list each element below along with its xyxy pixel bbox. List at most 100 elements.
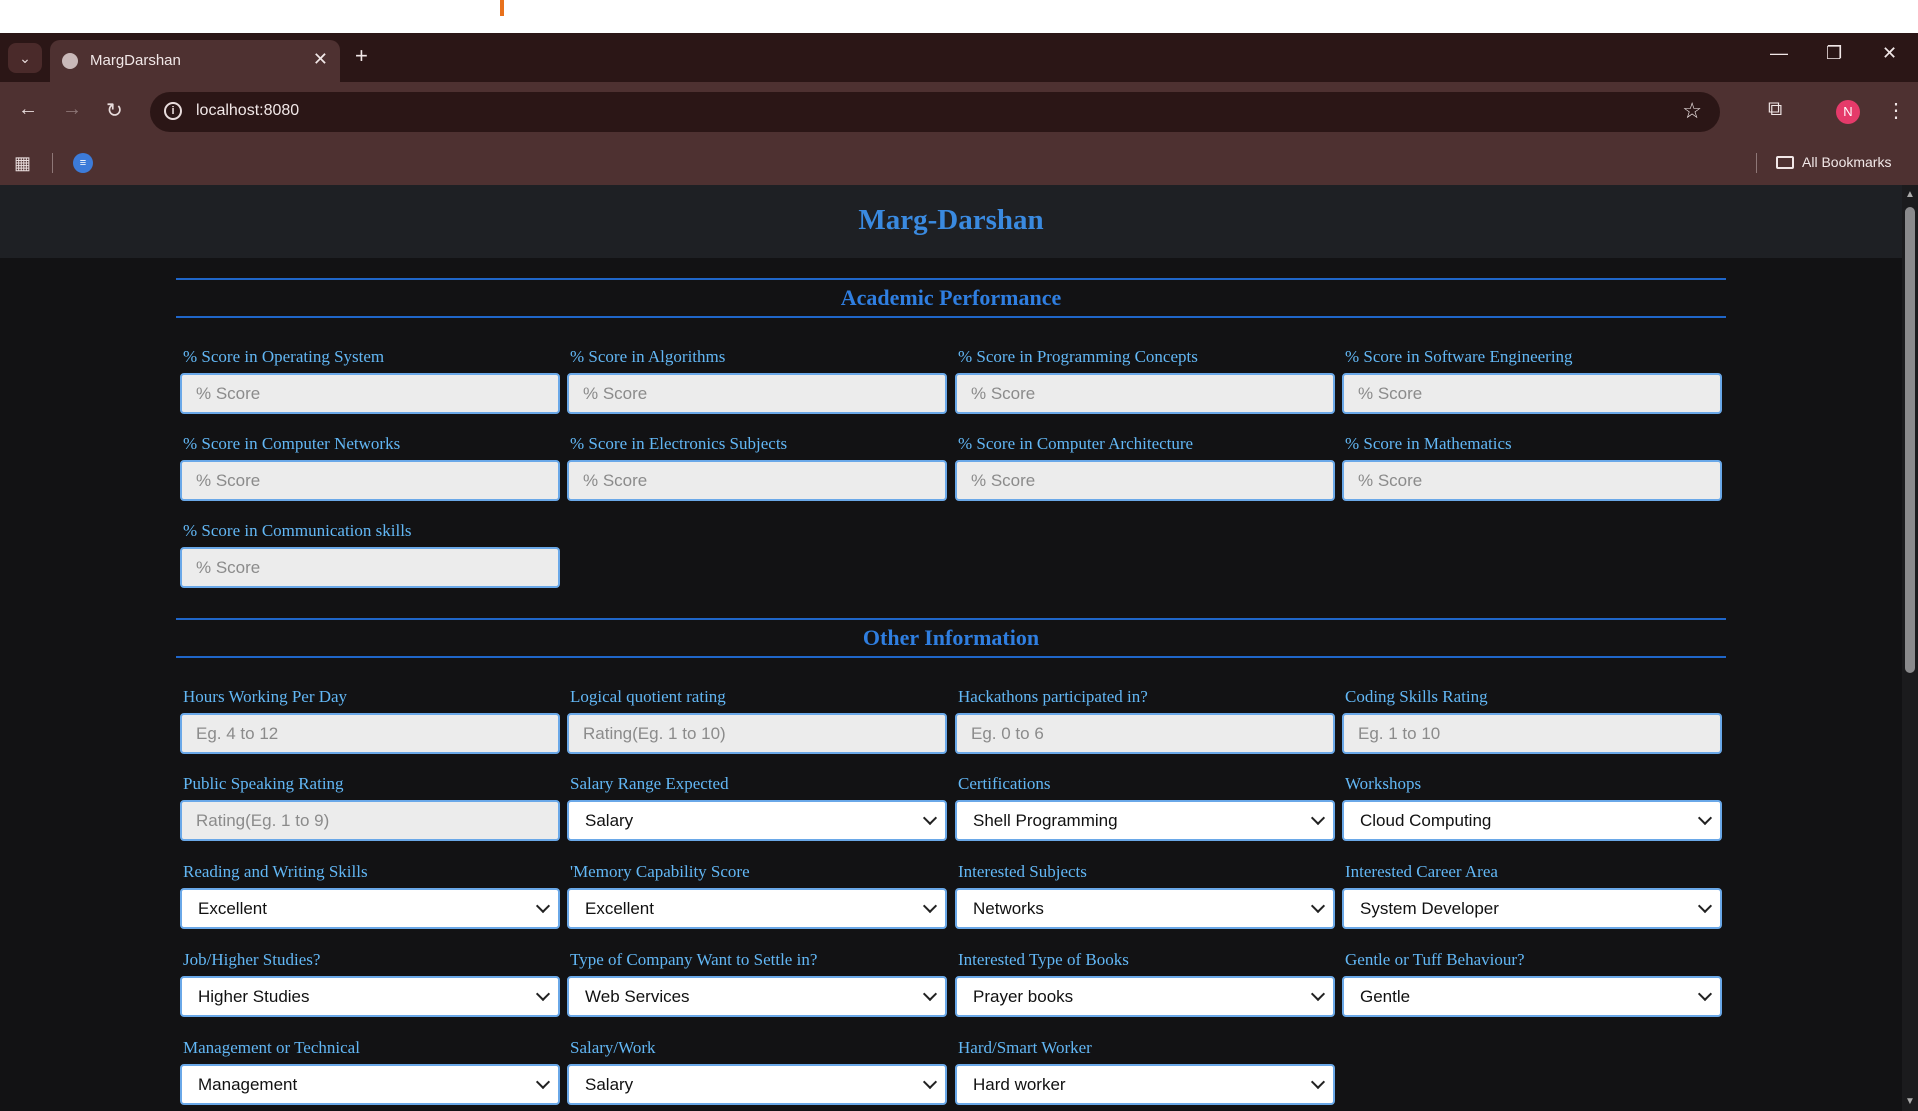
chevron-down-icon bbox=[922, 810, 938, 826]
url-text[interactable]: localhost:8080 bbox=[196, 102, 299, 120]
select-value: Prayer books bbox=[973, 987, 1074, 1006]
field-label: % Score in Communication skills bbox=[183, 521, 412, 540]
career-area-select[interactable]: System Developer bbox=[1342, 888, 1722, 929]
select-value: Networks bbox=[973, 899, 1044, 918]
field-label: Interested Career Area bbox=[1345, 862, 1498, 881]
folder-icon bbox=[1776, 156, 1794, 169]
select-value: Salary bbox=[585, 811, 634, 830]
all-bookmarks-button[interactable]: All Bookmarks bbox=[1776, 154, 1891, 170]
score-input-electronics-subjects[interactable]: % Score bbox=[567, 460, 947, 501]
hackathons-input[interactable]: Eg. 0 to 6 bbox=[955, 713, 1335, 754]
field-label: Workshops bbox=[1345, 774, 1422, 793]
salary-range-select[interactable]: Salary bbox=[567, 800, 947, 841]
page-scrollbar[interactable]: ▲ ▼ bbox=[1902, 185, 1918, 1111]
coding-skills-input[interactable]: Eg. 1 to 10 bbox=[1342, 713, 1722, 754]
tab-search-icon[interactable]: ⌄ bbox=[8, 43, 42, 73]
field-label: Management or Technical bbox=[183, 1038, 360, 1057]
new-tab-icon[interactable]: + bbox=[355, 43, 368, 69]
score-input-mathematics[interactable]: % Score bbox=[1342, 460, 1722, 501]
field-label: Certifications bbox=[958, 774, 1051, 793]
select-value: Management bbox=[198, 1075, 298, 1094]
score-input-operating-system[interactable]: % Score bbox=[180, 373, 560, 414]
books-type-select[interactable]: Prayer books bbox=[955, 976, 1335, 1017]
scroll-up-icon[interactable]: ▲ bbox=[1905, 189, 1915, 200]
forward-icon[interactable]: → bbox=[62, 98, 82, 121]
window-close-icon[interactable]: ✕ bbox=[1882, 43, 1897, 64]
interested-subjects-select[interactable]: Networks bbox=[955, 888, 1335, 929]
workshops-select[interactable]: Cloud Computing bbox=[1342, 800, 1722, 841]
tab-close-icon[interactable]: ✕ bbox=[313, 49, 328, 70]
field-label: Coding Skills Rating bbox=[1345, 687, 1488, 706]
chevron-down-icon bbox=[922, 986, 938, 1002]
hard-smart-worker-select[interactable]: Hard worker bbox=[955, 1064, 1335, 1105]
field-label: % Score in Computer Architecture bbox=[958, 434, 1194, 453]
score-input-computer-networks[interactable]: % Score bbox=[180, 460, 560, 501]
score-input-algorithms[interactable]: % Score bbox=[567, 373, 947, 414]
job-higher-studies-select[interactable]: Higher Studies bbox=[180, 976, 560, 1017]
browser-toolbar: ← → ↻ i localhost:8080 ☆ ⧉ N ⋮ bbox=[0, 82, 1918, 141]
field-label: Reading and Writing Skills bbox=[183, 862, 368, 881]
score-input-computer-architecture[interactable]: % Score bbox=[955, 460, 1335, 501]
certifications-select[interactable]: Shell Programming bbox=[955, 800, 1335, 841]
orange-mark bbox=[500, 0, 504, 16]
field-label: % Score in Electronics Subjects bbox=[570, 434, 788, 453]
score-input-software-engineering[interactable]: % Score bbox=[1342, 373, 1722, 414]
minimize-icon[interactable]: — bbox=[1770, 43, 1788, 64]
apps-grid-icon[interactable]: ▦ bbox=[14, 153, 31, 174]
score-input-communication-skills[interactable]: % Score bbox=[180, 547, 560, 588]
kebab-menu-icon[interactable]: ⋮ bbox=[1886, 98, 1906, 123]
field-label: % Score in Software Engineering bbox=[1345, 347, 1573, 366]
reload-icon[interactable]: ↻ bbox=[106, 98, 123, 123]
all-bookmarks-label: All Bookmarks bbox=[1802, 154, 1892, 170]
select-value: Higher Studies bbox=[198, 987, 310, 1006]
profile-avatar[interactable]: N bbox=[1836, 100, 1860, 124]
restore-icon[interactable]: ❐ bbox=[1826, 43, 1842, 64]
scroll-down-icon[interactable]: ▼ bbox=[1905, 1096, 1915, 1107]
select-value: System Developer bbox=[1360, 899, 1499, 918]
behaviour-select[interactable]: Gentle bbox=[1342, 976, 1722, 1017]
select-value: Excellent bbox=[585, 899, 654, 918]
select-value: Shell Programming bbox=[973, 811, 1118, 830]
score-input-programming-concepts[interactable]: % Score bbox=[955, 373, 1335, 414]
site-info-icon[interactable]: i bbox=[164, 102, 182, 120]
chevron-down-icon bbox=[535, 986, 551, 1002]
bookmark-star-icon[interactable]: ☆ bbox=[1682, 98, 1702, 124]
public-speaking-input[interactable]: Rating(Eg. 1 to 9) bbox=[180, 800, 560, 841]
top-strip bbox=[0, 0, 1918, 33]
field-label: Hackathons participated in? bbox=[958, 687, 1148, 706]
chevron-down-icon bbox=[535, 1074, 551, 1090]
field-label: Job/Higher Studies? bbox=[183, 950, 321, 969]
extensions-icon[interactable]: ⧉ bbox=[1768, 98, 1782, 121]
bookmark-favicon-icon[interactable]: ≡ bbox=[73, 153, 93, 173]
field-label: Logical quotient rating bbox=[570, 687, 726, 706]
tab-title: MargDarshan bbox=[90, 52, 181, 69]
salary-work-select[interactable]: Salary bbox=[567, 1064, 947, 1105]
field-label: Type of Company Want to Settle in? bbox=[570, 950, 818, 969]
select-value: Gentle bbox=[1360, 987, 1411, 1006]
section-heading-academic: Academic Performance bbox=[176, 278, 1726, 318]
site-header: Marg-Darshan bbox=[0, 185, 1902, 258]
back-icon[interactable]: ← bbox=[18, 98, 38, 121]
select-value: Web Services bbox=[585, 987, 690, 1006]
memory-capability-select[interactable]: Excellent bbox=[567, 888, 947, 929]
page-content: Marg-Darshan Academic Performance % Scor… bbox=[0, 185, 1902, 1111]
chevron-down-icon bbox=[1697, 986, 1713, 1002]
browser-tab[interactable]: MargDarshan ✕ bbox=[50, 40, 340, 82]
field-label: Salary Range Expected bbox=[570, 774, 729, 793]
select-value: Excellent bbox=[198, 899, 267, 918]
field-label: Interested Subjects bbox=[958, 862, 1087, 881]
address-bar[interactable]: i localhost:8080 ☆ bbox=[150, 92, 1720, 132]
reading-writing-select[interactable]: Excellent bbox=[180, 888, 560, 929]
company-type-select[interactable]: Web Services bbox=[567, 976, 947, 1017]
scrollbar-thumb[interactable] bbox=[1905, 207, 1915, 673]
management-technical-select[interactable]: Management bbox=[180, 1064, 560, 1105]
field-label: Hard/Smart Worker bbox=[958, 1038, 1092, 1057]
field-label: Interested Type of Books bbox=[958, 950, 1129, 969]
field-label: Gentle or Tuff Behaviour? bbox=[1345, 950, 1525, 969]
chevron-down-icon bbox=[922, 898, 938, 914]
logical-quotient-input[interactable]: Rating(Eg. 1 to 10) bbox=[567, 713, 947, 754]
select-value: Cloud Computing bbox=[1360, 811, 1492, 830]
hours-working-input[interactable]: Eg. 4 to 12 bbox=[180, 713, 560, 754]
chevron-down-icon bbox=[922, 1074, 938, 1090]
page-title: Marg-Darshan bbox=[858, 204, 1044, 236]
